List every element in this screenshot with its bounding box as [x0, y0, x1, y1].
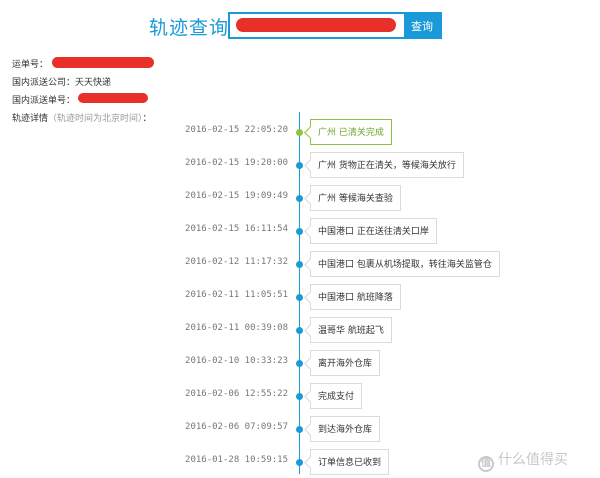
- entry-time: 2016-02-15 19:09:49: [185, 191, 288, 201]
- timeline-entry: 2016-02-15 19:09:49 广州 等候海关查验: [0, 183, 600, 213]
- entry-time: 2016-02-12 11:17:32: [185, 257, 288, 267]
- search-button[interactable]: 查询: [404, 14, 440, 37]
- waybill-label: 运单号：: [12, 60, 49, 70]
- waybill-row: 运单号：: [12, 57, 48, 70]
- timeline-dot: [296, 426, 303, 433]
- timeline-dot: [296, 327, 303, 334]
- timeline-entry: 2016-02-15 19:20:00 广州 货物正在清关，等候海关放行: [0, 150, 600, 180]
- timeline-dot: [296, 129, 303, 136]
- domestic-waybill-label: 国内派送单号：: [12, 96, 76, 106]
- timeline-dot: [296, 294, 303, 301]
- entry-time: 2016-02-06 07:09:57: [185, 422, 288, 432]
- timeline-dot: [296, 360, 303, 367]
- entry-time: 2016-02-15 19:20:00: [185, 158, 288, 168]
- search-area: 轨迹查询 查询: [0, 0, 600, 48]
- entry-time: 2016-02-06 12:55:22: [185, 389, 288, 399]
- timeline-dot: [296, 393, 303, 400]
- entry-time: 2016-01-28 10:59:15: [185, 455, 288, 465]
- entry-time: 2016-02-15 22:05:20: [185, 125, 288, 135]
- carrier-row: 国内派送公司：天天快递: [12, 75, 111, 88]
- domestic-waybill-redaction: [78, 93, 148, 103]
- page-title: 轨迹查询: [149, 17, 230, 39]
- entry-time: 2016-02-10 10:33:23: [185, 356, 288, 366]
- entry-status: 广州 已清关完成: [310, 119, 392, 145]
- entry-status: 中国港口 正在送往清关口岸: [310, 218, 437, 244]
- entry-time: 2016-02-11 11:05:51: [185, 290, 288, 300]
- carrier-label: 国内派送公司：: [12, 78, 76, 88]
- watermark-text: 什么值得买: [498, 452, 568, 468]
- entry-status: 中国港口 航班降落: [310, 284, 401, 310]
- search-box: 查询: [228, 12, 442, 39]
- timeline-entry: 2016-02-06 07:09:57 到达海外仓库: [0, 414, 600, 444]
- entry-time: 2016-02-15 16:11:54: [185, 224, 288, 234]
- redaction-mark: [236, 18, 396, 32]
- timeline-entry: 2016-02-11 00:39:08 温哥华 航班起飞: [0, 315, 600, 345]
- entry-status: 温哥华 航班起飞: [310, 317, 392, 343]
- entry-status: 广州 等候海关查验: [310, 185, 401, 211]
- entry-status: 中国港口 包裹从机场提取，转往海关监管仓: [310, 251, 500, 277]
- entry-status: 离开海外仓库: [310, 350, 381, 376]
- watermark-logo-icon: 值: [478, 456, 494, 472]
- entry-time: 2016-02-11 00:39:08: [185, 323, 288, 333]
- timeline-entry: 2016-02-11 11:05:51 中国港口 航班降落: [0, 282, 600, 312]
- watermark: 值什么值得买: [478, 449, 568, 472]
- entry-status: 完成支付: [310, 383, 363, 409]
- timeline-dot: [296, 459, 303, 466]
- timeline-dot: [296, 162, 303, 169]
- entry-status: 到达海外仓库: [310, 416, 381, 442]
- timeline-dot: [296, 228, 303, 235]
- timeline-entry: 2016-02-06 12:55:22 完成支付: [0, 381, 600, 411]
- timeline-entry: 2016-02-15 22:05:20 广州 已清关完成: [0, 117, 600, 147]
- entry-status: 广州 货物正在清关，等候海关放行: [310, 152, 464, 178]
- carrier-value: 天天快递: [75, 78, 112, 88]
- timeline-entry: 2016-02-15 16:11:54 中国港口 正在送往清关口岸: [0, 216, 600, 246]
- timeline-dot: [296, 195, 303, 202]
- domestic-waybill-row: 国内派送单号：: [12, 93, 75, 106]
- timeline-dot: [296, 261, 303, 268]
- timeline-entry: 2016-02-10 10:33:23 离开海外仓库: [0, 348, 600, 378]
- entry-status: 订单信息已收到: [310, 449, 390, 475]
- waybill-redaction: [52, 57, 154, 68]
- timeline-entry: 2016-02-12 11:17:32 中国港口 包裹从机场提取，转往海关监管仓: [0, 249, 600, 279]
